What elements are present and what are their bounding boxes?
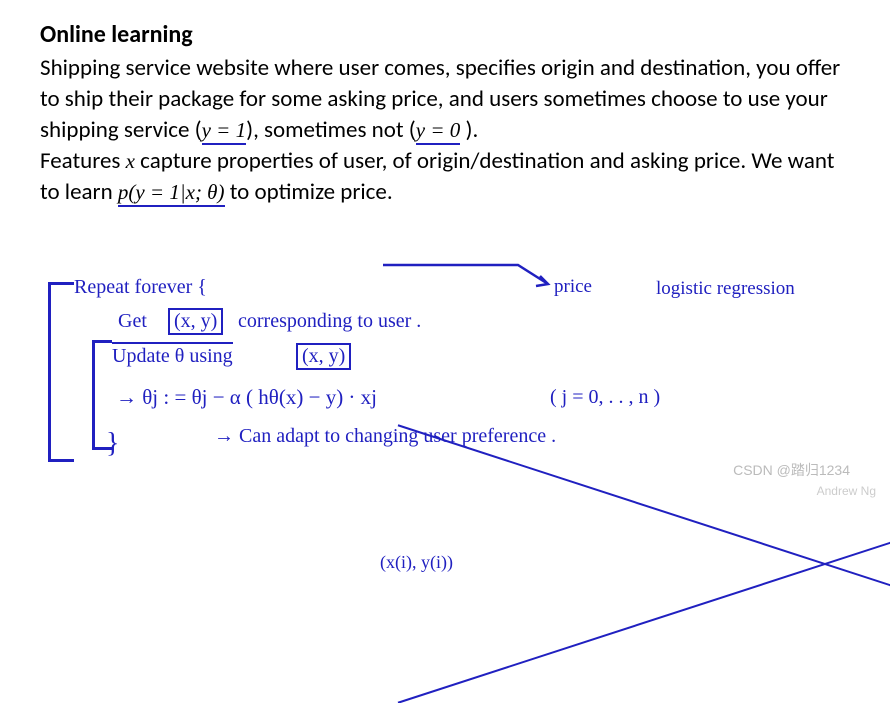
- math-y-equals-1: y = 1: [202, 118, 247, 145]
- hw-xy-box-2: (x, y): [296, 343, 351, 370]
- hw-price-label: price: [554, 276, 592, 298]
- hw-update: Update θ using: [112, 345, 233, 368]
- hw-get: Get: [118, 310, 147, 333]
- hw-close-brace: }: [106, 428, 119, 460]
- hw-can-adapt: → Can adapt to changing user preference …: [214, 425, 556, 448]
- hw-update-text: Update θ using: [112, 342, 233, 367]
- slide-heading: Online learning: [40, 20, 850, 49]
- arrow-to-price: [378, 260, 578, 296]
- p1-text-2: ), sometimes not (: [246, 116, 416, 144]
- hw-gradient-update: → θj : = θj − α ( hθ(x) − y) · xj: [116, 385, 377, 410]
- math-x: x: [126, 149, 135, 173]
- hw-j-range: ( j = 0, . . , n ): [550, 386, 660, 409]
- hw-logistic-regression: logistic regression: [656, 278, 795, 300]
- algorithm-bracket-outer: [48, 282, 74, 462]
- math-y-equals-0: y = 0: [416, 118, 461, 145]
- p1-text-3: ).: [460, 116, 478, 144]
- watermark-author: Andrew Ng: [817, 484, 876, 498]
- hw-xy-box-1: (x, y): [168, 308, 223, 335]
- hw-corresponding: corresponding to user .: [238, 310, 421, 333]
- paragraph-1: Shipping service website where user come…: [40, 53, 850, 146]
- watermark-csdn: CSDN @踏归1234: [733, 460, 850, 480]
- paragraph-2: Features x capture properties of user, o…: [40, 146, 850, 208]
- math-probability: p(y = 1|x; θ): [118, 180, 225, 207]
- p2-text-3: to optimize price.: [225, 178, 393, 206]
- p2-text-1: Features: [40, 147, 126, 175]
- hw-repeat-forever: Repeat forever {: [74, 276, 207, 299]
- hw-strike-xy: (x(i), y(i)): [380, 552, 890, 573]
